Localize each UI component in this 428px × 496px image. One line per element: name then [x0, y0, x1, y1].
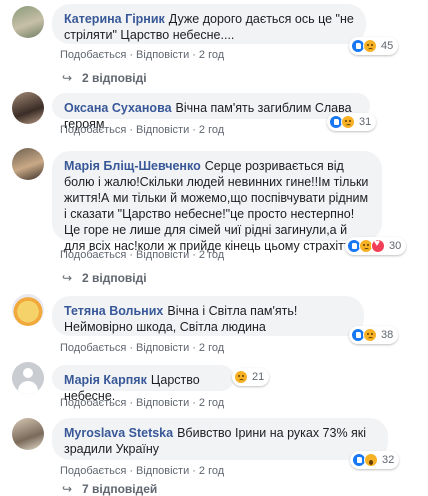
comment-actions: Подобається · Відповісти · 2 год [60, 397, 225, 409]
sad-icon [363, 328, 377, 342]
wow-icon [364, 453, 378, 467]
love-icon [371, 238, 385, 253]
comment-author[interactable]: Оксана Суханова [64, 101, 172, 115]
comment-actions: Подобається · Відповісти · 2 год [60, 124, 225, 136]
timestamp[interactable]: 2 год [199, 397, 224, 409]
comment-bubble: Марія Бліщ-Шевченко Серце розривається ві… [52, 151, 382, 253]
view-replies[interactable]: ↪ 7 відповідей [62, 482, 157, 496]
like-link[interactable]: Подобається [60, 249, 126, 261]
like-link[interactable]: Подобається [60, 49, 126, 61]
avatar[interactable] [12, 418, 44, 450]
reply-link[interactable]: Відповісти [136, 124, 189, 136]
timestamp[interactable]: 2 год [199, 249, 224, 261]
replies-count: 7 відповідей [82, 482, 158, 496]
avatar[interactable] [12, 148, 44, 180]
view-replies[interactable]: ↪ 2 відповіді [62, 271, 147, 285]
reply-link[interactable]: Відповісти [136, 49, 189, 61]
replies-count: 2 відповіді [82, 71, 147, 85]
comment-actions: Подобається · Відповісти · 2 год [60, 49, 225, 61]
reaction-summary[interactable]: 21 [232, 368, 270, 386]
avatar[interactable] [12, 294, 44, 326]
reply-arrow-icon: ↪ [62, 271, 73, 285]
comment-author[interactable]: Тетяна Вольних [64, 304, 163, 318]
like-link[interactable]: Подобається [60, 465, 126, 477]
comment-text: Серце розривається від болю і жалю!Скіль… [64, 159, 369, 253]
sad-icon [234, 370, 248, 384]
reply-link[interactable]: Відповісти [136, 397, 189, 409]
reply-arrow-icon: ↪ [62, 71, 73, 85]
timestamp[interactable]: 2 год [199, 124, 224, 136]
like-link[interactable]: Подобається [60, 397, 126, 409]
reaction-summary[interactable]: 31 [327, 113, 377, 131]
comment-bubble: Катерина Гірник Дуже дорого дається ось ц… [52, 4, 366, 44]
comment-actions: Подобається · Відповісти · 2 год [60, 465, 225, 477]
reaction-summary[interactable]: 38 [349, 326, 399, 344]
sad-icon [341, 115, 355, 129]
sad-icon [363, 39, 377, 53]
timestamp[interactable]: 2 год [199, 49, 224, 61]
avatar[interactable] [12, 362, 44, 394]
comment-author[interactable]: Марія Карпяк [64, 373, 147, 387]
reaction-summary[interactable]: 32 [350, 451, 400, 469]
reaction-count: 30 [389, 240, 402, 252]
reply-link[interactable]: Відповісти [136, 465, 189, 477]
comment-author[interactable]: Катерина Гірник [64, 12, 165, 26]
avatar[interactable] [12, 92, 44, 124]
like-link[interactable]: Подобається [60, 124, 126, 136]
comment-author[interactable]: Myroslava Stetska [64, 426, 173, 440]
comment-actions: Подобається · Відповісти · 2 год [60, 342, 225, 354]
comment-bubble: Myroslava Stetska Вбивство Ірини на руках… [52, 418, 388, 460]
timestamp[interactable]: 2 год [199, 342, 224, 354]
reaction-summary[interactable]: 30 [345, 237, 407, 255]
reaction-summary[interactable]: 45 [349, 37, 399, 55]
timestamp[interactable]: 2 год [199, 465, 224, 477]
comment-bubble: Оксана Суханова Вічна пам'ять загиблим Сл… [52, 93, 370, 131]
replies-count: 2 відповіді [82, 271, 147, 285]
view-replies[interactable]: ↪ 2 відповіді [62, 71, 147, 85]
comment-author[interactable]: Марія Бліщ-Шевченко [64, 159, 201, 173]
reaction-count: 32 [382, 454, 395, 466]
reply-link[interactable]: Відповісти [136, 342, 189, 354]
reaction-count: 21 [252, 371, 265, 383]
reaction-count: 45 [381, 40, 394, 52]
comment-bubble: Тетяна Вольних Вічна і Світла пам'ять! Не… [52, 296, 364, 336]
reply-link[interactable]: Відповісти [136, 249, 189, 261]
comment-actions: Подобається · Відповісти · 2 год [60, 249, 225, 261]
like-link[interactable]: Подобається [60, 342, 126, 354]
avatar[interactable] [12, 6, 44, 38]
reaction-count: 38 [381, 329, 394, 341]
reaction-count: 31 [359, 116, 372, 128]
reply-arrow-icon: ↪ [62, 482, 73, 496]
comment-bubble: Марія Карпяк Царство небесне. [52, 365, 234, 403]
